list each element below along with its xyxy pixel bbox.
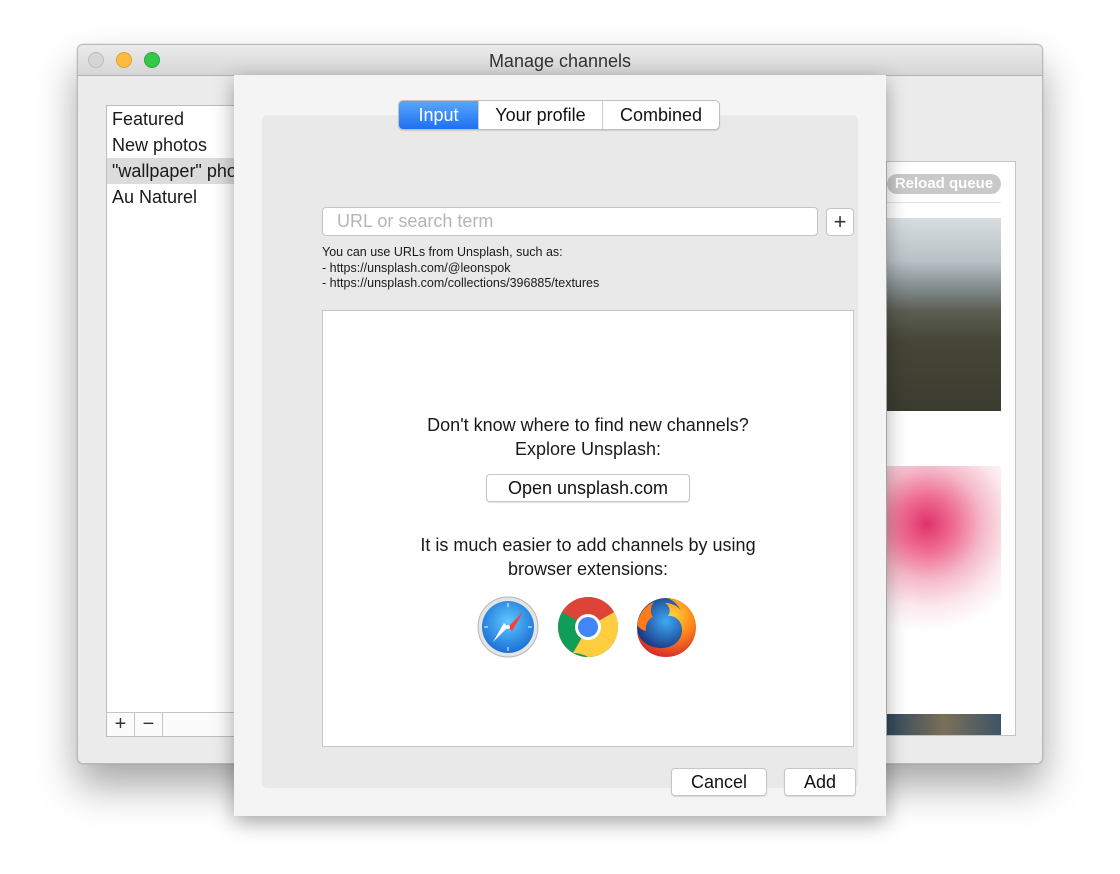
tab-content-box: + You can use URLs from Unsplash, such a… [262, 115, 858, 796]
suggestions-panel: Don't know where to find new channels? E… [322, 310, 854, 747]
extensions-line: browser extensions: [507, 559, 669, 579]
window-title: Manage channels [488, 51, 632, 71]
extensions-text: It is much easier to add channels by usi… [323, 533, 853, 581]
firefox-icon[interactable] [634, 595, 698, 659]
tab-your-profile[interactable]: Your profile [479, 101, 603, 129]
queue-panel: Reload queue [886, 161, 1016, 736]
chrome-icon[interactable] [556, 595, 620, 659]
add-channel-sheet: + You can use URLs from Unsplash, such a… [234, 75, 886, 816]
tab-input[interactable]: Input [399, 101, 479, 129]
safari-icon[interactable] [476, 595, 540, 659]
url-search-input[interactable] [322, 207, 818, 236]
hint-line: - https://unsplash.com/collections/39688… [322, 276, 600, 290]
tab-combined[interactable]: Combined [603, 101, 719, 129]
hint-line: You can use URLs from Unsplash, such as: [322, 245, 563, 259]
add-url-button[interactable]: + [826, 208, 854, 236]
open-unsplash-button[interactable]: Open unsplash.com [486, 474, 690, 502]
queue-divider [887, 202, 1001, 203]
add-button[interactable]: Add [784, 768, 856, 796]
add-channel-button[interactable]: + [107, 713, 135, 736]
cancel-button[interactable]: Cancel [671, 768, 767, 796]
remove-channel-button[interactable]: − [135, 713, 163, 736]
queue-photo-mountain[interactable] [887, 218, 1001, 411]
url-hint: You can use URLs from Unsplash, such as:… [322, 245, 599, 292]
extensions-line: It is much easier to add channels by usi… [420, 535, 756, 555]
queue-photo-pink-smoke[interactable] [887, 466, 1001, 659]
queue-photo-partial[interactable] [887, 714, 1001, 735]
reload-queue-button[interactable]: Reload queue [887, 174, 1001, 194]
tab-bar: Input Your profile Combined [398, 100, 720, 130]
explore-line: Don't know where to find new channels? [427, 415, 749, 435]
explore-line: Explore Unsplash: [514, 439, 662, 459]
hint-line: - https://unsplash.com/@leonspok [322, 260, 511, 275]
titlebar: Manage channels [78, 45, 1042, 76]
explore-text: Don't know where to find new channels? E… [323, 413, 853, 461]
